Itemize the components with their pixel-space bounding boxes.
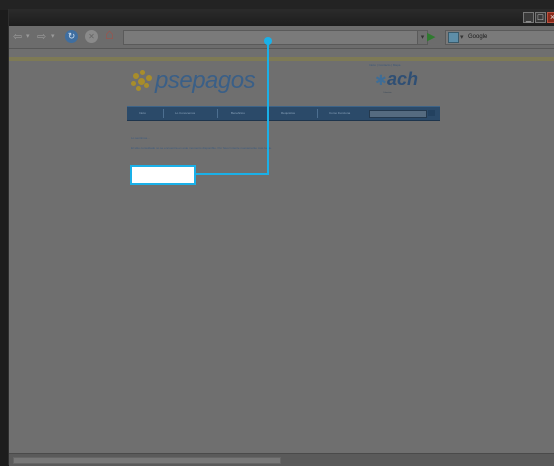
browser-window: _ □ × ⇦ ▾ ⇨ ▾ ↻ ✕ ⌂ ▾ ▶ ▾ Google Inicio … xyxy=(8,9,554,466)
maximize-button[interactable]: □ xyxy=(535,12,546,23)
site-logo[interactable]: psepagos xyxy=(155,68,256,94)
search-engine-icon[interactable] xyxy=(448,32,459,43)
site-search-button[interactable] xyxy=(428,110,435,116)
nav-item-como-funciona[interactable]: Como Funciona xyxy=(329,107,350,120)
site-search-input[interactable] xyxy=(369,110,427,118)
home-icon[interactable]: ⌂ xyxy=(105,27,114,42)
search-engine-dropdown[interactable]: ▾ xyxy=(460,31,464,44)
minimize-button[interactable]: _ xyxy=(523,12,534,23)
nav-item-lo-conocemos[interactable]: Lo Conocemos xyxy=(175,107,195,120)
window-titlebar: _ □ × xyxy=(9,9,554,26)
refresh-icon[interactable]: ↻ xyxy=(65,30,78,43)
message-title: Lo sentimos... xyxy=(131,136,150,140)
stop-icon[interactable]: ✕ xyxy=(85,30,98,43)
go-icon[interactable]: ▶ xyxy=(427,30,439,44)
page-viewport: Inicio | Contacto | Mapa psepagos ✱ ach … xyxy=(9,37,554,453)
status-bar xyxy=(9,453,554,466)
nav-divider xyxy=(217,109,218,118)
partner-subtitle: Colombia xyxy=(383,92,392,94)
nav-item-inicio[interactable]: Inicio xyxy=(139,107,146,120)
back-icon[interactable]: ⇦ xyxy=(13,30,22,44)
search-input[interactable]: Google xyxy=(468,31,487,44)
nav-item-requisitos[interactable]: Requisitos xyxy=(281,107,295,120)
back-history-dropdown[interactable]: ▾ xyxy=(26,30,30,44)
nav-divider xyxy=(163,109,164,118)
site-nav: Inicio Lo Conocemos Beneficios Requisito… xyxy=(127,106,440,121)
nav-divider xyxy=(317,109,318,118)
message-body: El sitio consultado no se encuentra en e… xyxy=(131,146,272,150)
browser-toolbar: ⇦ ▾ ⇨ ▾ ↻ ✕ ⌂ ▾ ▶ ▾ Google xyxy=(9,26,554,49)
callout-line-vertical xyxy=(267,39,269,175)
partner-logo[interactable]: ach xyxy=(387,69,418,89)
search-box[interactable]: ▾ Google xyxy=(445,30,554,45)
forward-history-dropdown[interactable]: ▾ xyxy=(51,30,55,44)
ach-logo-icon: ✱ xyxy=(375,72,387,88)
forward-icon[interactable]: ⇨ xyxy=(37,30,46,44)
nav-item-beneficios[interactable]: Beneficios xyxy=(231,107,245,120)
close-button[interactable]: × xyxy=(547,12,554,23)
site-header: psepagos ✱ ach Colombia xyxy=(127,64,439,102)
callout-line-horizontal xyxy=(196,173,269,175)
horizontal-scrollbar[interactable] xyxy=(13,457,281,464)
highlighted-blank-field[interactable] xyxy=(130,165,196,185)
site-top-strip xyxy=(9,57,554,61)
